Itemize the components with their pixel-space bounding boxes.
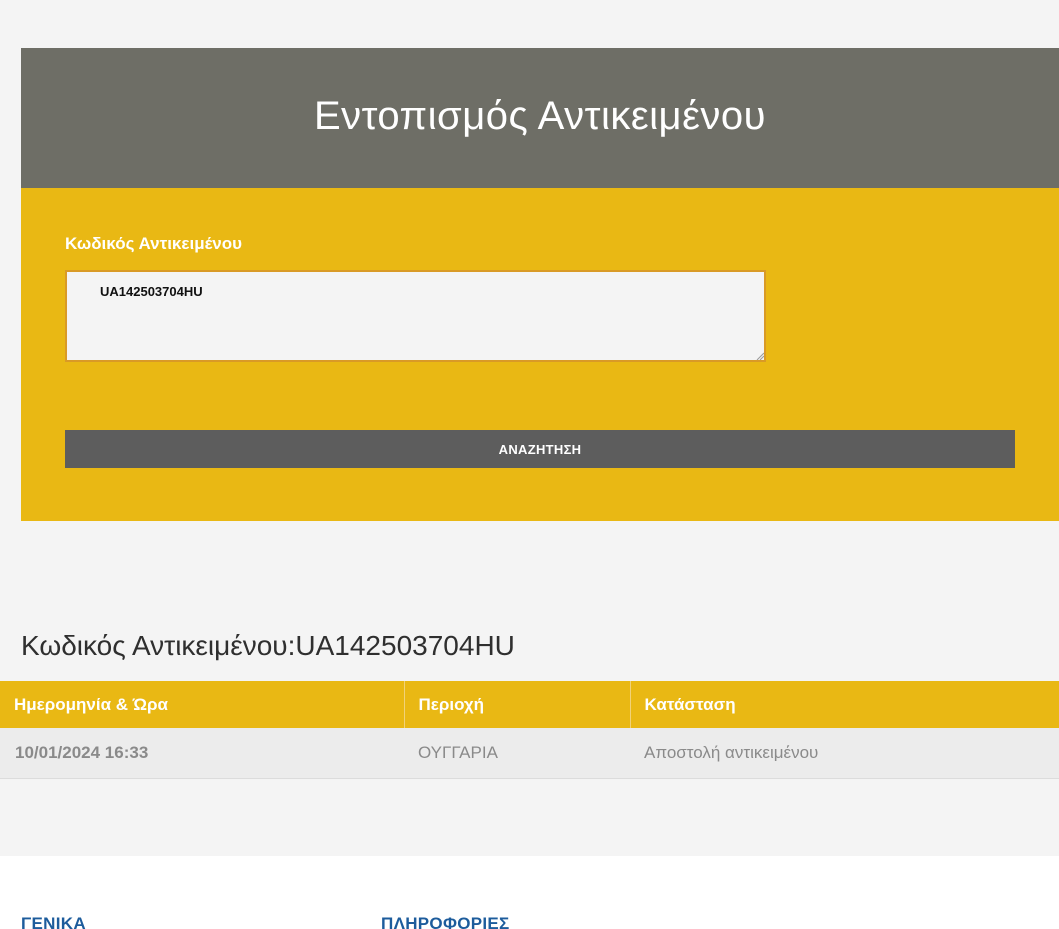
item-code-input[interactable]: UA142503704HU (65, 270, 766, 362)
tracking-form: Κωδικός Αντικειμένου UA142503704HU ΑΝΑΖΗ… (21, 188, 1059, 521)
footer: ΓΕΝΙΚΑ ΠΛΗΡΟΦΟΡΙΕΣ (0, 856, 1059, 929)
item-code-label: Κωδικός Αντικειμένου (65, 234, 242, 253)
table-header-row: Ημερομηνία & Ώρα Περιοχή Κατάσταση (0, 681, 1059, 728)
column-header-area: Περιοχή (404, 681, 631, 728)
row-datetime: 10/01/2024 16:33 (0, 728, 404, 779)
row-area: ΟΥΓΓΑΡΙΑ (404, 728, 630, 779)
row-status: Αποστολή αντικειμένου (630, 728, 1059, 779)
result-heading: Κωδικός Αντικειμένου:UA142503704HU (21, 630, 515, 661)
column-header-status: Κατάσταση (630, 681, 1059, 728)
column-header-datetime: Ημερομηνία & Ώρα (0, 681, 405, 728)
page: Εντοπισμός Αντικειμένου Κωδικός Αντικειμ… (0, 0, 1059, 929)
footer-link-general[interactable]: ΓΕΝΙΚΑ (21, 914, 86, 929)
search-button[interactable]: ΑΝΑΖΗΤΗΣΗ (65, 430, 1015, 468)
page-header: Εντοπισμός Αντικειμένου (21, 48, 1059, 188)
tracking-table: Ημερομηνία & Ώρα Περιοχή Κατάσταση 10/01… (0, 681, 1059, 779)
table-row: 10/01/2024 16:33 ΟΥΓΓΑΡΙΑ Αποστολή αντικ… (0, 728, 1059, 779)
footer-link-info[interactable]: ΠΛΗΡΟΦΟΡΙΕΣ (381, 914, 510, 929)
page-title: Εντοπισμός Αντικειμένου (313, 93, 767, 138)
